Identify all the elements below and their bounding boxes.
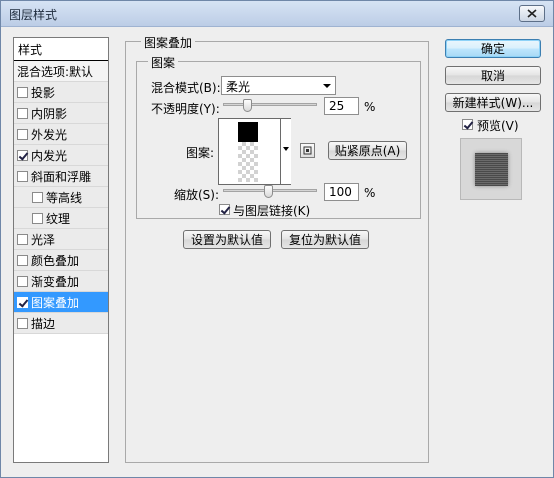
style-item-gradient-overlay[interactable]: 渐变叠加 bbox=[14, 271, 108, 292]
style-checkbox[interactable] bbox=[17, 86, 28, 98]
style-item-drop-shadow[interactable]: 投影 bbox=[14, 82, 108, 103]
style-item-label: 斜面和浮雕 bbox=[31, 169, 92, 184]
snap-origin-button[interactable]: 贴紧原点(A) bbox=[328, 141, 407, 160]
cancel-button[interactable]: 取消 bbox=[445, 66, 541, 85]
opacity-slider[interactable] bbox=[223, 103, 317, 106]
style-list: 样式 混合选项:默认 投影 内阴影 外发光 内发光 斜面和浮雕 等高线 纹理 光… bbox=[13, 37, 109, 463]
style-checkbox[interactable] bbox=[17, 275, 28, 287]
style-item-texture[interactable]: 纹理 bbox=[14, 208, 108, 229]
preview-label[interactable]: 预览(V) bbox=[477, 117, 519, 134]
preview-checkbox[interactable] bbox=[462, 119, 473, 130]
style-checkbox[interactable] bbox=[32, 191, 43, 203]
ok-label: 确定 bbox=[480, 42, 505, 56]
style-item-label: 描边 bbox=[31, 316, 56, 331]
pattern-label: 图案: bbox=[186, 146, 215, 160]
style-checkbox[interactable] bbox=[17, 149, 28, 161]
style-checkbox[interactable] bbox=[17, 254, 28, 266]
close-icon bbox=[527, 9, 537, 18]
set-default-button[interactable]: 设置为默认值 bbox=[183, 230, 271, 249]
subgroup-title: 图案 bbox=[148, 54, 179, 71]
chevron-down-icon bbox=[283, 147, 289, 151]
pattern-transparency bbox=[238, 142, 258, 182]
style-item-label: 颜色叠加 bbox=[31, 253, 80, 268]
style-list-header[interactable]: 样式 bbox=[14, 38, 108, 61]
new-style-label: 新建样式(W)... bbox=[452, 96, 534, 110]
scale-label: 缩放(S): bbox=[174, 188, 220, 202]
style-item-label: 内发光 bbox=[31, 148, 68, 163]
group-title: 图案叠加 bbox=[141, 34, 196, 51]
opacity-input[interactable]: 25 bbox=[324, 97, 359, 115]
style-item-color-overlay[interactable]: 颜色叠加 bbox=[14, 250, 108, 271]
style-item-satin[interactable]: 光泽 bbox=[14, 229, 108, 250]
style-checkbox[interactable] bbox=[17, 233, 28, 245]
title-bar[interactable]: 图层样式 bbox=[1, 1, 553, 27]
style-item-bevel-emboss[interactable]: 斜面和浮雕 bbox=[14, 166, 108, 187]
close-button[interactable] bbox=[519, 5, 545, 22]
reset-default-label: 复位为默认值 bbox=[288, 233, 361, 247]
style-checkbox[interactable] bbox=[17, 170, 28, 182]
pattern-picker[interactable] bbox=[218, 118, 291, 185]
opacity-label: 不透明度(Y): bbox=[151, 102, 220, 116]
blend-mode-label: 混合模式(B): bbox=[151, 81, 221, 95]
style-item-label: 内阴影 bbox=[31, 106, 68, 121]
opacity-unit: % bbox=[364, 100, 376, 114]
new-preset-icon bbox=[303, 146, 312, 155]
blend-options-item[interactable]: 混合选项:默认 bbox=[14, 61, 108, 82]
style-checkbox[interactable] bbox=[17, 317, 28, 329]
scale-value: 100 bbox=[329, 185, 352, 199]
scale-unit: % bbox=[364, 186, 376, 200]
window-title: 图层样式 bbox=[9, 8, 58, 22]
style-item-inner-glow[interactable]: 内发光 bbox=[14, 145, 108, 166]
pattern-swatch bbox=[238, 122, 258, 142]
style-item-label: 渐变叠加 bbox=[31, 274, 80, 289]
style-item-label: 光泽 bbox=[31, 232, 56, 247]
set-default-label: 设置为默认值 bbox=[190, 233, 263, 247]
ok-button[interactable]: 确定 bbox=[445, 39, 541, 58]
style-preview-thumbnail bbox=[475, 153, 508, 186]
reset-default-button[interactable]: 复位为默认值 bbox=[281, 230, 369, 249]
blend-options-label: 混合选项:默认 bbox=[17, 64, 94, 79]
scale-slider-thumb[interactable] bbox=[264, 185, 273, 198]
opacity-value: 25 bbox=[329, 99, 345, 113]
style-item-label: 等高线 bbox=[46, 190, 83, 205]
opacity-slider-thumb[interactable] bbox=[242, 99, 252, 112]
style-preview bbox=[460, 138, 522, 200]
blend-mode-select[interactable]: 柔光 bbox=[221, 76, 336, 95]
link-layer-checkbox[interactable] bbox=[219, 204, 230, 215]
style-item-stroke[interactable]: 描边 bbox=[14, 313, 108, 334]
pattern-dropdown[interactable] bbox=[280, 119, 291, 184]
cancel-label: 取消 bbox=[480, 69, 505, 83]
new-preset-button[interactable] bbox=[300, 143, 315, 158]
style-item-inner-shadow[interactable]: 内阴影 bbox=[14, 103, 108, 124]
style-item-pattern-overlay[interactable]: 图案叠加 bbox=[14, 292, 108, 313]
style-item-label: 纹理 bbox=[46, 211, 71, 226]
style-checkbox[interactable] bbox=[32, 212, 43, 224]
chevron-down-icon bbox=[323, 84, 331, 88]
scale-input[interactable]: 100 bbox=[324, 183, 359, 201]
style-checkbox[interactable] bbox=[17, 128, 28, 140]
link-layer-label[interactable]: 与图层链接(K) bbox=[233, 202, 310, 219]
snap-origin-label: 贴紧原点(A) bbox=[334, 144, 401, 158]
style-item-label: 投影 bbox=[31, 85, 56, 100]
style-item-label: 外发光 bbox=[31, 127, 68, 142]
new-style-button[interactable]: 新建样式(W)... bbox=[445, 93, 541, 112]
style-item-label: 图案叠加 bbox=[31, 295, 80, 310]
style-checkbox[interactable] bbox=[17, 107, 28, 119]
blend-mode-value: 柔光 bbox=[226, 80, 251, 94]
style-checkbox[interactable] bbox=[17, 296, 28, 308]
style-item-contour[interactable]: 等高线 bbox=[14, 187, 108, 208]
style-item-outer-glow[interactable]: 外发光 bbox=[14, 124, 108, 145]
